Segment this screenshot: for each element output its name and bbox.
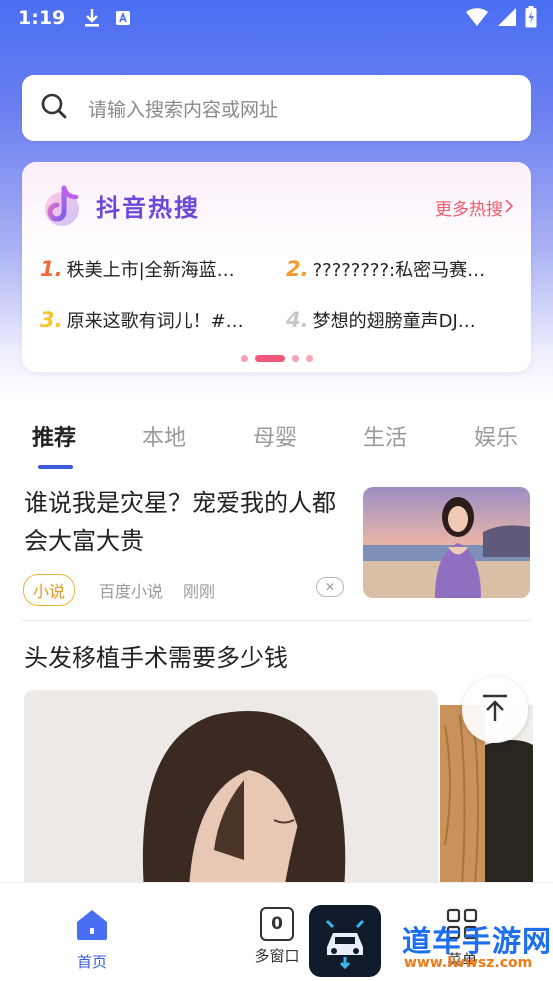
more-hot-search-link[interactable]: 更多热搜 <box>435 195 503 220</box>
nav-windows-label: 多窗口 <box>254 947 300 965</box>
douyin-hot-search-card[interactable]: 抖音热搜 更多热搜 1. 秩美上市|全新海蓝… 2. ????????:私密马赛… … <box>22 162 531 372</box>
status-bar: 1:19 <box>0 0 553 36</box>
hot-item-2[interactable]: 2. ????????:私密马赛… <box>286 256 501 282</box>
feed-source: 百度小说 <box>99 582 164 601</box>
hot-rank: 1. <box>40 257 63 281</box>
close-icon: ✕ <box>324 580 336 594</box>
tab-local[interactable]: 本地 <box>142 420 186 452</box>
tab-entertainment[interactable]: 娱乐 <box>474 420 518 452</box>
carousel-dot-active[interactable] <box>254 355 285 362</box>
tab-recommend[interactable]: 推荐 <box>32 420 76 452</box>
keyboard-app-icon <box>115 10 131 26</box>
search-input[interactable]: 请输入搜索内容或网址 <box>22 75 531 141</box>
hot-item-4[interactable]: 4. 梦想的翅膀童声DJ… <box>286 307 501 333</box>
home-icon <box>74 910 110 947</box>
divider <box>22 620 531 621</box>
hot-text: 梦想的翅膀童声DJ… <box>312 311 476 332</box>
arrow-up-icon <box>480 693 510 727</box>
tab-life[interactable]: 生活 <box>363 420 407 452</box>
signal-icon <box>497 7 517 32</box>
category-tag: 小说 <box>23 574 76 606</box>
watermark-url: www.lwwsz.com <box>404 955 533 971</box>
douyin-logo-icon <box>40 182 90 236</box>
hot-text: 原来这歌有词儿！#… <box>66 311 244 332</box>
status-indicators <box>465 6 537 33</box>
hot-rank: 3. <box>40 308 63 332</box>
nav-home[interactable]: 首页 <box>72 907 112 972</box>
status-time: 1:19 <box>18 7 66 29</box>
watermark-logo <box>309 905 381 977</box>
hot-item-1[interactable]: 1. 秩美上市|全新海蓝… <box>40 256 255 282</box>
feed-image[interactable] <box>24 690 438 890</box>
search-icon <box>40 92 68 124</box>
hot-rank: 4. <box>286 308 309 332</box>
battery-icon <box>525 6 537 33</box>
hot-text: 秩美上市|全新海蓝… <box>66 260 235 281</box>
feed-item-title[interactable]: 谁说我是灾星？宠爱我的人都会大富大贵 <box>24 484 344 560</box>
tab-indicator <box>38 465 73 469</box>
search-placeholder: 请输入搜索内容或网址 <box>88 98 279 121</box>
tab-maternal[interactable]: 母婴 <box>253 420 297 452</box>
windows-icon: 0 <box>260 907 294 941</box>
carousel-dot[interactable] <box>305 355 313 362</box>
carousel-pagination <box>22 355 531 362</box>
chevron-right-icon <box>505 198 514 217</box>
hot-rank: 2. <box>286 257 309 281</box>
feed-item-title[interactable]: 头发移植手术需要多少钱 <box>24 638 288 673</box>
hot-text: ????????:私密马赛… <box>312 260 486 281</box>
wifi-icon <box>465 7 489 32</box>
hot-item-3[interactable]: 3. 原来这歌有词儿！#… <box>40 307 255 333</box>
dismiss-button[interactable]: ✕ <box>316 577 344 597</box>
carousel-dot[interactable] <box>291 355 299 362</box>
scroll-to-top-button[interactable] <box>462 677 528 743</box>
feed-thumbnail[interactable] <box>363 487 530 598</box>
hot-search-title: 抖音热搜 <box>96 194 200 222</box>
download-icon <box>83 8 101 28</box>
watermark-name: 道车手游网 <box>402 924 553 958</box>
feed-time: 刚刚 <box>183 582 216 601</box>
nav-home-label: 首页 <box>76 953 107 971</box>
carousel-dot[interactable] <box>240 355 248 362</box>
category-tabs: 推荐 本地 母婴 生活 娱乐 <box>0 412 553 472</box>
nav-windows[interactable]: 0 多窗口 <box>250 907 304 966</box>
